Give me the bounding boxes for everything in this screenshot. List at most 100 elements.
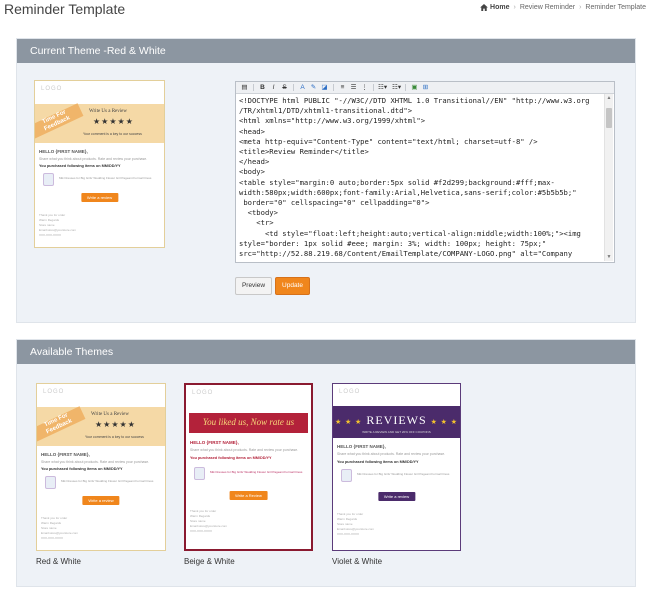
breadcrumb-home[interactable]: Home [480,4,509,11]
rating-stars-icon: ★★★★★ [93,117,134,126]
template-logo: LOGO [339,389,361,395]
intro-line: Share what you think about products. Rat… [39,157,148,161]
rating-stars-icon: ★★★★★ [95,420,136,429]
theme-beige-white[interactable]: LOGO You liked us, Now rate us HELLO {FI… [184,383,313,551]
greeting: HELLO {FIRST NAME}, [190,440,239,445]
preview-button[interactable]: Preview [235,277,272,295]
scroll-up-icon[interactable]: ▲ [606,95,612,101]
breadcrumb-reminder-template: Reminder Template [585,4,646,11]
unordered-list-icon[interactable]: ⋮ [360,84,369,92]
home-icon [480,4,488,11]
template-logo: LOGO [43,389,65,395]
template-banner: You liked us, Now rate us [189,413,308,433]
code-line: width:580px;width:600px;font-family:Aria… [239,187,577,197]
greeting: HELLO {FIRST NAME}, [39,149,88,154]
table-icon[interactable]: ⊞ [421,84,430,92]
purchase-line: You purchased following items on MM/DD/Y… [190,456,272,460]
product-name: Mik Dresses for Big Girls' Wedding Flowe… [61,479,154,483]
template-banner: Time For Feedback Write Us a Review ★★★★… [37,406,165,446]
breadcrumb-review-reminder[interactable]: Review Reminder [520,4,575,11]
greeting: HELLO {FIRST NAME}, [337,444,386,449]
beige-banner-text: You liked us, Now rate us [202,417,295,427]
breadcrumb-separator: › [579,4,582,11]
intro-line: Share what you think about products. Rat… [190,448,299,452]
template-logo: LOGO [41,86,63,92]
code-line: <tr> [239,218,274,228]
write-us-heading: Write Us a Review [89,109,127,114]
product-name: Mik Dresses for Big Girls' Wedding Flowe… [357,472,450,476]
star-icon: ★ ★ ★ [335,418,363,426]
feedback-ribbon: Time For Feedback [37,406,86,442]
write-review-button: Write a Review [229,491,268,500]
align-left-icon[interactable]: ≡ [338,84,347,92]
product-name: Mik Dresses for Big Girls' Wedding Flowe… [59,176,152,180]
theme-label-violet-white[interactable]: Violet & White [332,557,382,566]
code-line: <title>Review Reminder</title> [239,147,369,157]
code-line: <td style="float:left;height:auto;vertic… [239,228,581,238]
code-line: <!DOCTYPE html PUBLIC "-//W3C//DTD XHTML… [239,96,590,105]
breadcrumb-separator: › [513,4,516,11]
intro-line: Share what you think about products. Rat… [41,460,150,464]
theme-red-white[interactable]: LOGO Time For Feedback Write Us a Review… [36,383,166,551]
template-footer: Thank you for order Warm Regards Store n… [41,516,79,540]
theme-label-beige-white[interactable]: Beige & White [184,557,235,566]
code-line: style="border: 1px solid #eee; margin: 3… [239,238,547,248]
greeting: HELLO {FIRST NAME}, [41,452,90,457]
code-line: <body> [239,167,265,177]
product-image-icon [43,173,54,186]
template-footer: Thank you for order Warm Regards Store n… [190,509,228,533]
image-icon[interactable]: ▣ [410,84,419,92]
template-footer: Thank you for order Warm Regards Store n… [39,213,77,237]
write-us-heading: Write Us a Review [91,412,129,417]
current-theme-title: Current Theme -Red & White [17,39,635,63]
strikethrough-icon[interactable]: S [280,84,289,92]
code-line: <tbody> [239,208,278,218]
purchase-line: You purchased following items on MM/DD/Y… [41,467,123,471]
template-logo: LOGO [192,390,214,396]
breadcrumb: Home › Review Reminder › Reminder Templa… [480,4,646,11]
code-area[interactable]: <!DOCTYPE html PUBLIC "-//W3C//DTD XHTML… [239,96,602,260]
html-icon[interactable]: ▤ [240,84,249,92]
editor-scrollbar[interactable]: ▲ ▼ [604,94,613,261]
code-line: <html xmlns="http://www.w3.org/1999/xhtm… [239,116,426,126]
code-line: border="0" cellspacing="0" cellpadding="… [239,198,430,208]
code-line: </head> [239,157,270,167]
editor-toolbar: ▤ B I S A ✎ ◪ ≡ ☰ ⋮ ☷▾ ☷▾ ▣ ⊞ [236,82,614,94]
ordered-list-icon[interactable]: ☷▾ [378,84,387,92]
scroll-thumb[interactable] [606,108,612,128]
code-line: <table style="margin:0 auto;border:5px s… [239,177,555,187]
code-line: <meta http-equiv="Content-Type" content=… [239,136,538,146]
product-image-icon [45,476,56,489]
italic-icon[interactable]: I [269,84,278,92]
font-color-icon[interactable]: ✎ [309,84,318,92]
purchase-line: You purchased following items on MM/DD/Y… [39,164,121,168]
font-icon[interactable]: A [298,84,307,92]
code-line: src="http://52.88.219.68/Content/EmailTe… [239,249,573,259]
theme-violet-white[interactable]: LOGO ★ ★ ★ REVIEWS ★ ★ ★ WRITE A REVIEW … [332,383,461,551]
current-theme-thumbnail: LOGO Time For Feedback Write Us a Review… [34,80,165,248]
bold-icon[interactable]: B [258,84,267,92]
violet-banner-text: ★ ★ ★ REVIEWS ★ ★ ★ [335,413,458,427]
product-name: Mik Dresses for Big Girls' Wedding Flowe… [210,470,303,474]
page-title: Reminder Template [4,1,126,17]
template-footer: Thank you for order Warm Regards Store n… [337,512,375,536]
link-icon[interactable]: ☷▾ [392,84,401,92]
write-review-button: Write a review [377,492,416,501]
available-themes-title: Available Themes [17,340,635,364]
star-icon: ★ ★ ★ [430,418,458,426]
template-banner: Time For Feedback Write Us a Review ★★★★… [35,103,164,143]
subline: Your comment is a key to our success [85,435,144,439]
current-theme-panel: Current Theme -Red & White LOGO Time For… [16,38,636,323]
intro-line: Share what you think about products. Rat… [337,452,446,456]
write-review-button: Write a review [82,496,120,505]
html-editor[interactable]: ▤ B I S A ✎ ◪ ≡ ☰ ⋮ ☷▾ ☷▾ ▣ ⊞ <!DOCTYPE … [235,81,615,263]
align-center-icon[interactable]: ☰ [349,84,358,92]
theme-label-red-white[interactable]: Red & White [36,557,81,566]
update-button[interactable]: Update [275,277,310,295]
text-bg-icon[interactable]: ◪ [320,84,329,92]
template-banner: ★ ★ ★ REVIEWS ★ ★ ★ WRITE A REVIEW AND G… [333,406,460,438]
subline: Your comment is a key to our success [83,132,142,136]
feedback-ribbon: Time For Feedback [35,103,84,139]
scroll-down-icon[interactable]: ▼ [606,254,612,260]
code-line: /TR/xhtml1/DTD/xhtml1-transitional.dtd"> [239,106,413,116]
